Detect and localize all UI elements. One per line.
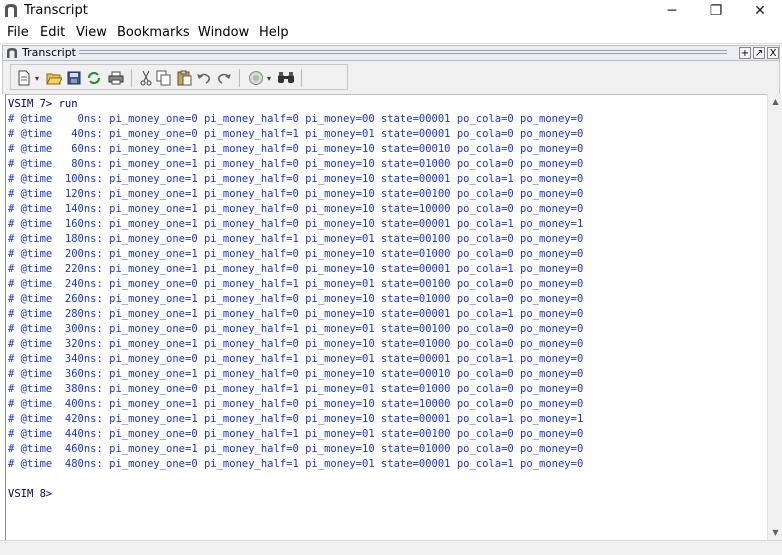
menu-view[interactable]: View <box>76 25 107 40</box>
toolbar-separator <box>239 69 240 87</box>
output-line: # @time 100ns: pi_money_one=1 pi_money_h… <box>8 173 584 185</box>
menu-edit[interactable]: Edit <box>40 25 65 40</box>
run-dropdown-icon[interactable]: ▾ <box>265 69 273 87</box>
panel-dock-button[interactable]: + <box>739 47 751 59</box>
output-line: # @time 160ns: pi_money_one=1 pi_money_h… <box>8 218 584 230</box>
toolbar-area: ▾ ▾ <box>2 61 780 94</box>
toolbar-separator <box>301 69 302 87</box>
toolbar-separator <box>131 69 132 87</box>
find-icon[interactable] <box>277 69 295 87</box>
horizontal-scrollbar[interactable] <box>0 540 782 555</box>
open-folder-icon[interactable] <box>45 69 63 87</box>
scroll-up-arrow-icon[interactable]: ▲ <box>768 94 782 109</box>
window-title: Transcript <box>24 3 88 18</box>
output-line: # @time 340ns: pi_money_one=0 pi_money_h… <box>8 353 584 365</box>
output-line: # @time 280ns: pi_money_one=1 pi_money_h… <box>8 308 584 320</box>
output-line: # @time 0ns: pi_money_one=0 pi_money_hal… <box>8 113 584 125</box>
output-line: # @time 460ns: pi_money_one=1 pi_money_h… <box>8 443 584 455</box>
menu-bookmarks[interactable]: Bookmarks <box>117 25 190 40</box>
output-line: # @time 200ns: pi_money_one=1 pi_money_h… <box>8 248 584 260</box>
menu-bar: File Edit View Bookmarks Window Help <box>0 22 782 43</box>
new-document-icon[interactable] <box>15 69 33 87</box>
title-bar: Transcript ─ ❐ ✕ <box>0 0 782 22</box>
output-line: # @time 420ns: pi_money_one=1 pi_money_h… <box>8 413 584 425</box>
transcript-console[interactable]: VSIM 7> run # @time 0ns: pi_money_one=0 … <box>5 94 767 540</box>
paste-icon[interactable] <box>175 69 193 87</box>
redo-icon[interactable] <box>215 69 233 87</box>
panel-drag-grip[interactable] <box>79 50 727 56</box>
output-line: # @time 120ns: pi_money_one=1 pi_money_h… <box>8 188 584 200</box>
panel-title: Transcript <box>22 46 80 59</box>
app-icon <box>5 4 17 17</box>
panel-close-button[interactable]: X <box>767 47 779 59</box>
cut-icon[interactable] <box>137 69 155 87</box>
output-line: # @time 60ns: pi_money_one=1 pi_money_ha… <box>8 143 584 155</box>
toolbar: ▾ ▾ <box>10 64 348 90</box>
prompt-line: VSIM 8> <box>8 488 53 500</box>
output-line: # @time 360ns: pi_money_one=1 pi_money_h… <box>8 368 584 380</box>
output-line: # @time 240ns: pi_money_one=0 pi_money_h… <box>8 278 584 290</box>
panel-icon <box>7 48 17 58</box>
output-line: # @time 400ns: pi_money_one=1 pi_money_h… <box>8 398 584 410</box>
output-line: # @time 220ns: pi_money_one=1 pi_money_h… <box>8 263 584 275</box>
output-line: # @time 320ns: pi_money_one=1 pi_money_h… <box>8 338 584 350</box>
vertical-scrollbar[interactable]: ▲ ▼ <box>767 94 782 540</box>
print-icon[interactable] <box>107 69 125 87</box>
menu-help[interactable]: Help <box>259 25 289 40</box>
output-line: # @time 40ns: pi_money_one=0 pi_money_ha… <box>8 128 584 140</box>
minimize-button[interactable]: ─ <box>650 0 694 22</box>
menu-window[interactable]: Window <box>198 25 249 40</box>
run-icon[interactable] <box>247 69 265 87</box>
panel-undock-button[interactable]: ↗ <box>753 47 765 59</box>
transcript-text: VSIM 7> run # @time 0ns: pi_money_one=0 … <box>6 95 767 502</box>
maximize-button[interactable]: ❐ <box>694 0 738 22</box>
scroll-down-arrow-icon[interactable]: ▼ <box>768 525 782 540</box>
copy-icon[interactable] <box>155 69 173 87</box>
output-line: # @time 80ns: pi_money_one=1 pi_money_ha… <box>8 158 584 170</box>
output-line: # @time 300ns: pi_money_one=0 pi_money_h… <box>8 323 584 335</box>
panel-header: Transcript + ↗ X <box>2 45 780 61</box>
output-line: # @time 380ns: pi_money_one=0 pi_money_h… <box>8 383 584 395</box>
refresh-icon[interactable] <box>85 69 103 87</box>
output-line: # @time 180ns: pi_money_one=0 pi_money_h… <box>8 233 584 245</box>
output-line: # @time 140ns: pi_money_one=1 pi_money_h… <box>8 203 584 215</box>
output-line: # @time 260ns: pi_money_one=1 pi_money_h… <box>8 293 584 305</box>
prompt-line: VSIM 7> run <box>8 98 78 110</box>
new-dropdown-icon[interactable]: ▾ <box>33 69 41 87</box>
undo-icon[interactable] <box>195 69 213 87</box>
output-line: # @time 480ns: pi_money_one=0 pi_money_h… <box>8 458 584 470</box>
menu-file[interactable]: File <box>7 25 29 40</box>
menu-separator <box>0 43 782 44</box>
output-line: # @time 440ns: pi_money_one=0 pi_money_h… <box>8 428 584 440</box>
close-button[interactable]: ✕ <box>738 0 782 22</box>
save-icon[interactable] <box>65 69 83 87</box>
